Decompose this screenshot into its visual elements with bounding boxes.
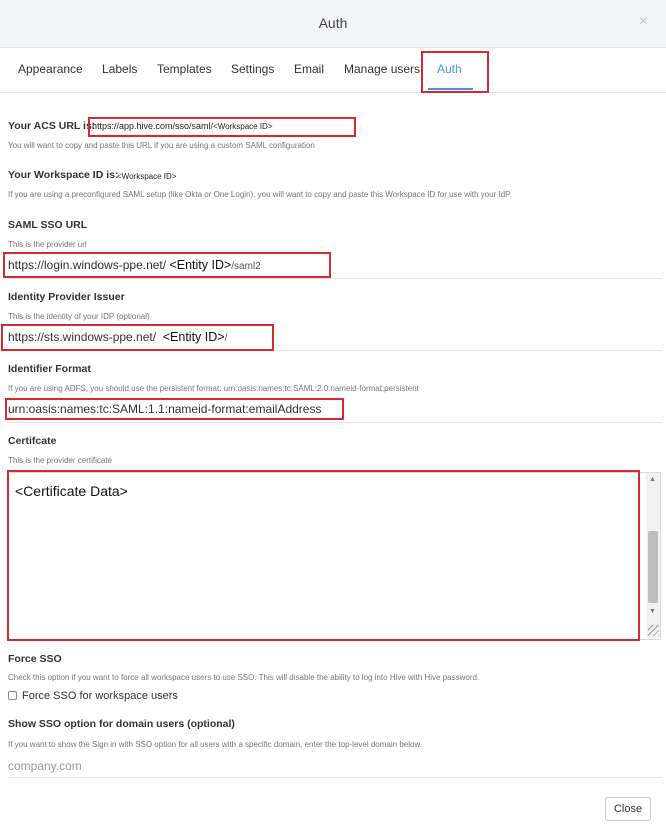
acs-url-workspace-id: <Workspace ID> <box>213 122 273 131</box>
idp-issuer-prefix: https://sts.windows-ppe.net/ <box>8 330 157 344</box>
force-sso-checkbox-label: Force SSO for workspace users <box>22 690 178 702</box>
acs-url-label: Your ACS URL is: <box>8 120 96 132</box>
force-sso-option[interactable]: Force SSO for workspace users <box>8 690 178 704</box>
saml-sso-url-help: This is the provider url <box>8 240 87 249</box>
certificate-help: This is the provider certificate <box>8 456 113 465</box>
idp-issuer-suffix: / <box>224 333 228 344</box>
saml-sso-url-input[interactable]: https://login.windows-ppe.net/ <Entity I… <box>8 255 662 279</box>
saml-sso-url-label: SAML SSO URL <box>8 219 88 231</box>
scroll-thumb[interactable] <box>648 531 658 603</box>
certificate-scrollbar[interactable]: ▲ ▼ <box>646 473 660 638</box>
active-tab-indicator <box>428 88 473 90</box>
scroll-up-icon[interactable]: ▲ <box>649 476 656 483</box>
idp-issuer-input[interactable]: https://sts.windows-ppe.net/ <Entity ID>… <box>8 327 662 351</box>
resize-grip-icon[interactable] <box>648 625 659 636</box>
acs-url-base: https://app.hive.com/sso/saml/ <box>92 121 214 131</box>
workspace-id-label: Your Workspace ID is: <box>8 169 119 181</box>
identifier-format-label: Identifier Format <box>8 363 91 375</box>
certificate-label: Certifcate <box>8 435 57 447</box>
force-sso-help: Check this option if you want to force a… <box>8 673 480 682</box>
tab-appearance[interactable]: Appearance <box>18 62 83 76</box>
saml-sso-url-entity-id: <Entity ID> <box>169 258 232 272</box>
close-icon[interactable]: × <box>639 13 648 31</box>
modal-title: Auth <box>318 15 348 31</box>
tab-templates[interactable]: Templates <box>157 62 212 76</box>
idp-issuer-help: This is the identity of your IDP (option… <box>8 312 150 321</box>
domain-input[interactable]: company.com <box>8 756 662 778</box>
close-button[interactable]: Close <box>605 797 651 821</box>
domain-sso-label: Show SSO option for domain users (option… <box>8 718 235 730</box>
workspace-id-value[interactable]: <Workspace ID> <box>117 172 176 181</box>
saml-sso-url-suffix: /saml2 <box>231 261 261 272</box>
idp-issuer-label: Identity Provider Issuer <box>8 291 125 303</box>
modal-header: Auth × <box>0 0 666 48</box>
tab-labels[interactable]: Labels <box>102 62 137 76</box>
scroll-down-icon[interactable]: ▼ <box>649 608 656 615</box>
checkbox-icon[interactable] <box>8 691 17 700</box>
saml-sso-url-prefix: https://login.windows-ppe.net/ <box>8 258 167 272</box>
tab-settings[interactable]: Settings <box>231 62 274 76</box>
domain-sso-help: If you want to show the Sign in with SSO… <box>8 740 422 749</box>
tab-auth[interactable]: Auth <box>437 62 462 76</box>
identifier-format-help: If you are using ADFS, you should use th… <box>8 384 419 393</box>
acs-url-value[interactable]: https://app.hive.com/sso/saml/<Workspace… <box>92 121 273 131</box>
idp-issuer-entity-id: <Entity ID> <box>162 330 225 344</box>
certificate-textarea[interactable]: <Certificate Data> <box>8 472 661 640</box>
force-sso-label: Force SSO <box>8 653 62 665</box>
acs-url-help: You will want to copy and paste this URL… <box>8 141 315 150</box>
tab-manage-users[interactable]: Manage users <box>344 62 420 76</box>
identifier-format-input[interactable]: urn:oasis:names:tc:SAML:1.1:nameid-forma… <box>8 399 662 423</box>
workspace-id-help: If you are using a preconfigured SAML se… <box>8 190 511 199</box>
tab-bar: Appearance Labels Templates Settings Ema… <box>0 48 666 93</box>
tab-email[interactable]: Email <box>294 62 324 76</box>
